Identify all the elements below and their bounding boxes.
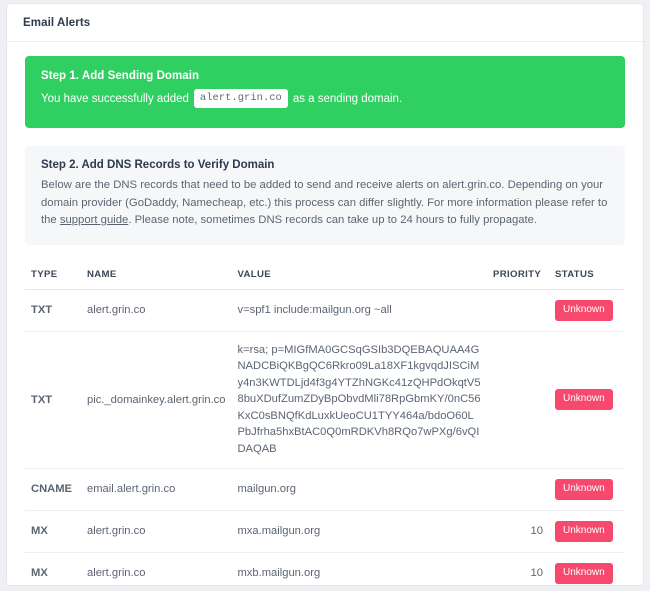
dns-records-table: TYPE NAME VALUE PRIORITY STATUS TXT aler… (25, 260, 625, 585)
status-badge: Unknown (555, 562, 613, 584)
cell-status: Unknown (549, 468, 625, 511)
cell-name: email.alert.grin.co (81, 468, 232, 511)
cell-name: alert.grin.co (81, 552, 232, 585)
status-badge: Unknown (555, 299, 613, 321)
table-row: TXT alert.grin.co v=spf1 include:mailgun… (25, 289, 625, 332)
column-header-status: STATUS (549, 260, 625, 290)
cell-priority: 10 (487, 510, 549, 553)
cell-priority (487, 289, 549, 332)
cell-name: alert.grin.co (81, 510, 232, 553)
table-row: MX alert.grin.co mxb.mailgun.org 10 Unkn… (25, 552, 625, 585)
cell-value: mxa.mailgun.org (231, 510, 487, 553)
cell-value: mxb.mailgun.org (231, 552, 487, 585)
cell-type: TXT (25, 331, 81, 469)
cell-status: Unknown (549, 552, 625, 585)
step2-info-panel: Step 2. Add DNS Records to Verify Domain… (25, 146, 625, 245)
table-row: CNAME email.alert.grin.co mailgun.org Un… (25, 468, 625, 511)
step1-success-banner: Step 1. Add Sending Domain You have succ… (25, 56, 625, 128)
column-header-value: VALUE (231, 260, 487, 290)
cell-priority (487, 468, 549, 511)
cell-name: pic._domainkey.alert.grin.co (81, 331, 232, 469)
support-guide-link[interactable]: support guide (60, 214, 128, 226)
step1-title: Step 1. Add Sending Domain (41, 70, 200, 82)
cell-status: Unknown (549, 331, 625, 469)
step1-text-after: as a sending domain. (292, 92, 403, 105)
status-badge: Unknown (555, 389, 613, 411)
sending-domain-chip: alert.grin.co (193, 89, 288, 108)
cell-priority (487, 331, 549, 469)
cell-name: alert.grin.co (81, 289, 232, 332)
page-title: Email Alerts (23, 16, 91, 29)
cell-status: Unknown (549, 510, 625, 553)
table-row: TXT pic._domainkey.alert.grin.co k=rsa; … (25, 331, 625, 469)
email-alerts-card: Email Alerts Step 1. Add Sending Domain … (6, 3, 644, 586)
step2-text-part2: . Please note, sometimes DNS records can… (128, 214, 538, 226)
step2-description: Below are the DNS records that need to b… (41, 177, 609, 230)
cell-priority: 10 (487, 552, 549, 585)
step1-text-before: You have successfully added (41, 92, 189, 105)
step1-message: You have successfully added alert.grin.c… (41, 89, 609, 108)
card-body: Step 1. Add Sending Domain You have succ… (7, 42, 643, 585)
table-header-row: TYPE NAME VALUE PRIORITY STATUS (25, 260, 625, 290)
column-header-priority: PRIORITY (487, 260, 549, 290)
cell-value: k=rsa; p=MIGfMA0GCSqGSIb3DQEBAQUAA4GNADC… (231, 331, 487, 469)
cell-type: MX (25, 510, 81, 553)
cell-status: Unknown (549, 289, 625, 332)
status-badge: Unknown (555, 478, 613, 500)
status-badge: Unknown (555, 520, 613, 542)
column-header-name: NAME (81, 260, 232, 290)
step2-title: Step 2. Add DNS Records to Verify Domain (41, 159, 275, 171)
cell-value: v=spf1 include:mailgun.org ~all (231, 289, 487, 332)
card-header: Email Alerts (7, 4, 643, 42)
column-header-type: TYPE (25, 260, 81, 290)
cell-value: mailgun.org (231, 468, 487, 511)
cell-type: CNAME (25, 468, 81, 511)
table-row: MX alert.grin.co mxa.mailgun.org 10 Unkn… (25, 510, 625, 553)
cell-type: MX (25, 552, 81, 585)
cell-type: TXT (25, 289, 81, 332)
